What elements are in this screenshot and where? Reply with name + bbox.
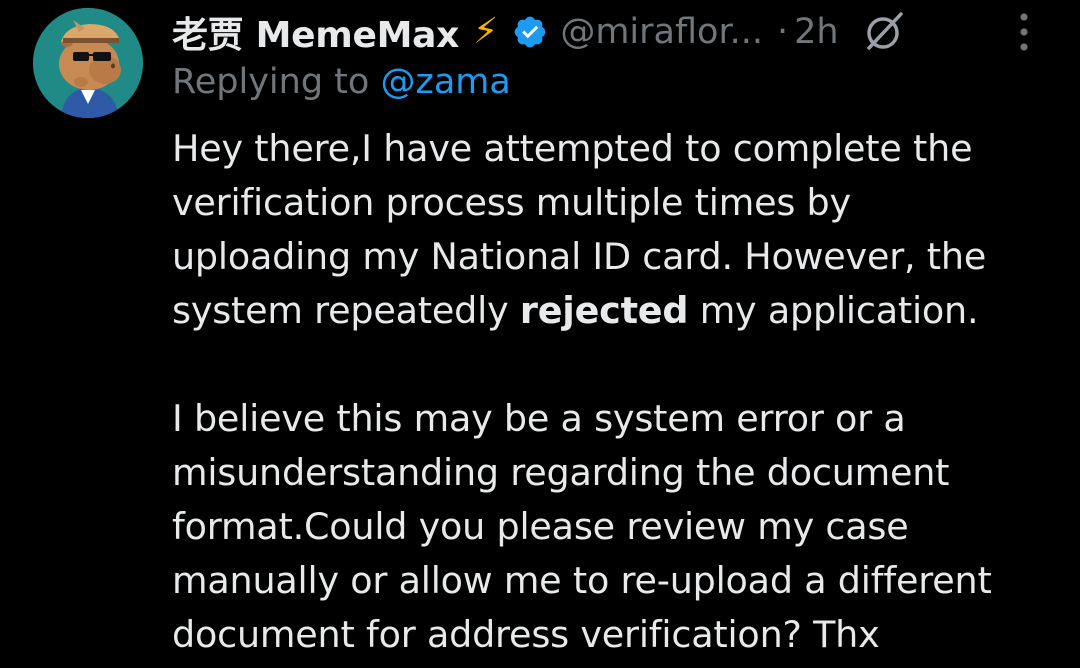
capybara-avatar-image bbox=[33, 8, 143, 118]
separator-dot: · bbox=[777, 12, 789, 52]
tweet-bold-word: rejected bbox=[519, 289, 689, 332]
tweet-text: Hey there,I have attempted to complete t… bbox=[172, 122, 1052, 662]
reply-mention-link[interactable]: @zama bbox=[380, 62, 510, 102]
replying-to-line: Replying to @zama bbox=[172, 62, 511, 102]
replying-to-label: Replying to bbox=[172, 62, 381, 102]
more-vertical-icon[interactable] bbox=[1013, 12, 1035, 52]
tweet-line: system repeatedly rejected my applicatio… bbox=[172, 284, 1052, 338]
tweet-header: 老贾 MemeMax ⚡ @miraflor... · 2h bbox=[172, 6, 1062, 58]
tweet-text-segment: system repeatedly bbox=[172, 289, 520, 332]
timestamp[interactable]: 2h bbox=[794, 12, 838, 52]
tweet-line: manually or allow me to re-upload a diff… bbox=[172, 559, 992, 602]
author-handle[interactable]: @miraflor... bbox=[560, 12, 763, 52]
grok-icon[interactable] bbox=[863, 10, 907, 54]
tweet-line: format.Could you please review my case bbox=[172, 505, 909, 548]
tweet-text-segment: my application. bbox=[688, 289, 979, 332]
tweet-line: Hey there,I have attempted to complete t… bbox=[172, 127, 973, 170]
tweet-line: verification process multiple times by bbox=[172, 181, 851, 224]
author-name[interactable]: 老贾 MemeMax bbox=[172, 6, 459, 58]
avatar[interactable] bbox=[33, 8, 143, 118]
verified-badge-icon[interactable] bbox=[512, 14, 548, 50]
tweet-line: I believe this may be a system error or … bbox=[172, 397, 906, 440]
tweet-line: document for address verification? Thx bbox=[172, 613, 880, 656]
lightning-emoji: ⚡ bbox=[473, 11, 499, 52]
tweet-line: misunderstanding regarding the document bbox=[172, 451, 950, 494]
tweet-line: uploading my National ID card. However, … bbox=[172, 235, 987, 278]
